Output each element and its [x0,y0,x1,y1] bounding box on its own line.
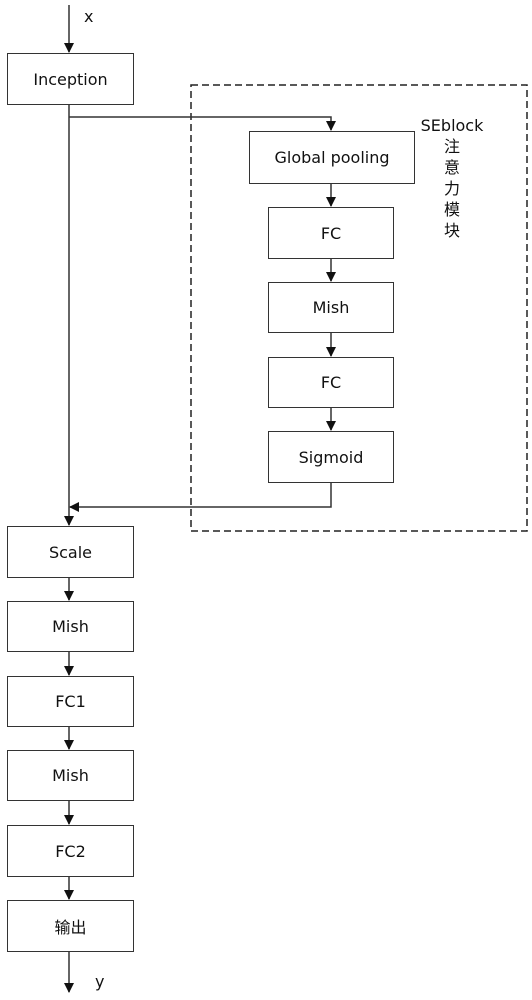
seblock-subtitle-char: 模 [443,200,460,219]
se-block-global-pooling: Global pooling [249,131,415,184]
output-label: y [95,972,105,991]
block-output: 输出 [7,900,134,952]
seblock-subtitle-char: 块 [443,221,460,240]
block-scale: Scale [7,526,134,578]
se-block-sigmoid: Sigmoid [268,431,394,483]
se-block-mish: Mish [268,282,394,333]
block-inception: Inception [7,53,134,105]
seblock-subtitle-char: 力 [443,179,460,198]
block-fc2: FC2 [7,825,134,877]
arrow-to-se [69,116,336,131]
se-block-fc-2: FC [268,357,394,408]
seblock-title: SEblock [420,116,484,135]
se-block-fc-1: FC [268,207,394,259]
block-mish-1: Mish [7,601,134,652]
block-mish-2: Mish [7,750,134,801]
seblock-title-group: SEblock 注 意 力 模 块 [412,115,492,241]
seblock-subtitle-char: 注 [443,137,460,156]
block-fc1: FC1 [7,676,134,727]
seblock-subtitle-char: 意 [443,158,460,177]
input-label: x [84,7,94,26]
arrow-se-return [69,482,332,512]
